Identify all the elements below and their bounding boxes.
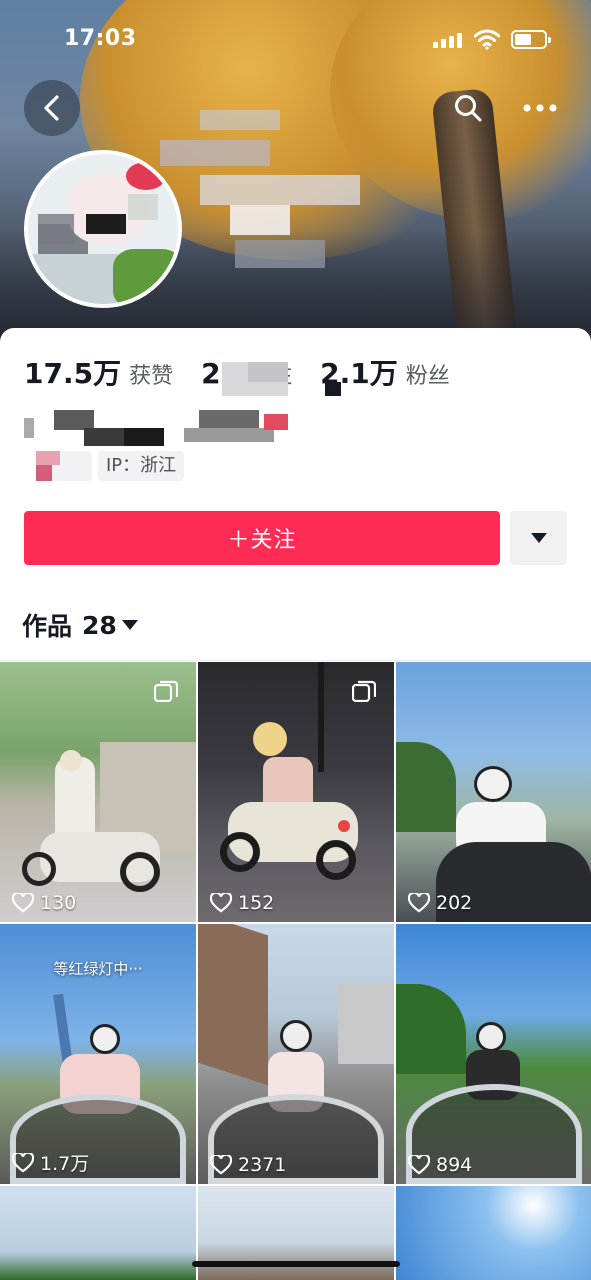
mosaic-block [235,240,325,268]
video-tile[interactable]: 130 [0,662,196,922]
caret-down-icon [530,533,547,543]
like-count-value: 152 [238,892,275,914]
video-tile[interactable]: 202 [396,662,591,922]
like-count-value: 202 [436,892,473,914]
like-count-value: 130 [40,892,77,914]
profile-bio [24,410,324,446]
like-count: 130 [12,892,76,914]
stat-likes-value: 17.5万 [24,357,122,390]
video-caption: 等红绿灯中··· [53,960,143,978]
recommend-dropdown-button[interactable] [510,511,567,565]
like-count: 894 [408,1154,472,1176]
mosaic-block [200,175,360,205]
signal-icon [433,32,463,48]
status-time: 17:03 [64,26,137,51]
caret-down-icon [121,620,138,630]
status-bar: 17:03 [0,0,591,80]
like-count: 202 [408,892,472,914]
search-icon [455,95,482,122]
ip-location-tag: IP：浙江 [98,451,185,481]
mosaic-block [230,205,290,235]
video-tile[interactable]: 894 [396,924,591,1184]
stat-likes[interactable]: 17.5万 获赞 [24,352,173,392]
battery-icon [511,30,551,49]
multi-image-icon [352,680,376,702]
heart-icon [210,1155,232,1175]
heart-icon [12,1152,34,1173]
location-tag [36,451,92,481]
like-count-value: 2371 [238,1154,287,1176]
works-tab[interactable]: 作品 28 [22,607,139,643]
like-count: 1.7万 [12,1149,89,1176]
heart-icon [210,893,232,913]
stat-likes-label: 获赞 [129,364,174,389]
mosaic-block [200,110,280,130]
video-tile[interactable] [0,1186,196,1280]
mosaic-block [248,362,288,382]
video-tile[interactable]: 等红绿灯中··· 1.7万 [0,924,196,1184]
stat-followers-label: 粉丝 [405,364,450,389]
works-label: 作品 [22,612,73,641]
like-count-value: 1.7万 [40,1153,90,1175]
chevron-left-icon [44,95,59,121]
works-count: 28 [82,610,117,640]
like-count: 2371 [210,1154,286,1176]
mosaic-block [325,382,341,396]
like-count: 152 [210,892,274,914]
mosaic-block [160,140,270,166]
follow-button[interactable]: ＋关注 [24,511,500,565]
multi-image-icon [154,680,178,702]
divider [0,660,591,661]
more-dots-icon [523,104,557,112]
search-button[interactable] [448,88,488,128]
more-options-button[interactable] [515,88,565,128]
video-tile[interactable] [396,1186,591,1280]
video-tile[interactable]: 152 [198,662,394,922]
home-indicator[interactable] [192,1261,400,1267]
avatar[interactable] [24,150,182,308]
heart-icon [408,1155,430,1175]
wifi-icon [474,29,500,50]
like-count-value: 894 [436,1154,473,1176]
video-tile[interactable]: 2371 [198,924,394,1184]
heart-icon [12,893,34,913]
heart-icon [408,893,430,913]
back-button[interactable] [24,80,80,136]
